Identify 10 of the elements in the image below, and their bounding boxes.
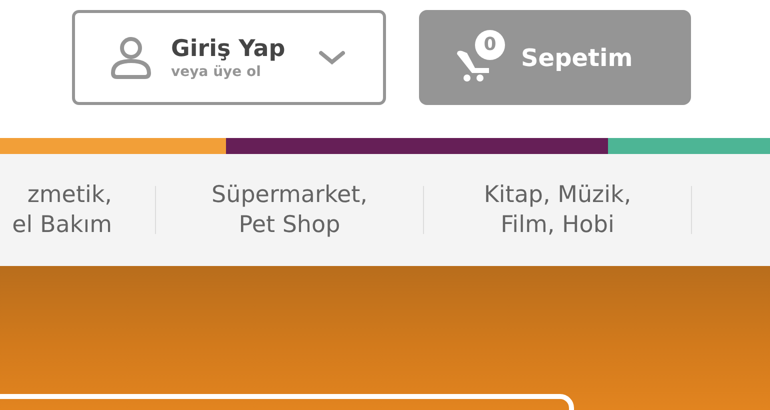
cart-count-badge: 0 (475, 30, 505, 60)
category-link[interactable]: Süpermarket, Pet Shop (212, 180, 368, 240)
login-button[interactable]: Giriş Yap veya üye ol (72, 10, 386, 105)
user-icon (109, 36, 153, 78)
login-title: Giriş Yap (171, 34, 286, 62)
category-link[interactable]: zmetik, el Bakım (12, 180, 155, 240)
cart-button[interactable]: 0 Sepetim (419, 10, 691, 105)
category-link[interactable]: Kitap, Müzik, Film, Hobi (484, 180, 632, 240)
login-subtitle: veya üye ol (171, 62, 261, 80)
chevron-down-icon (319, 50, 345, 66)
